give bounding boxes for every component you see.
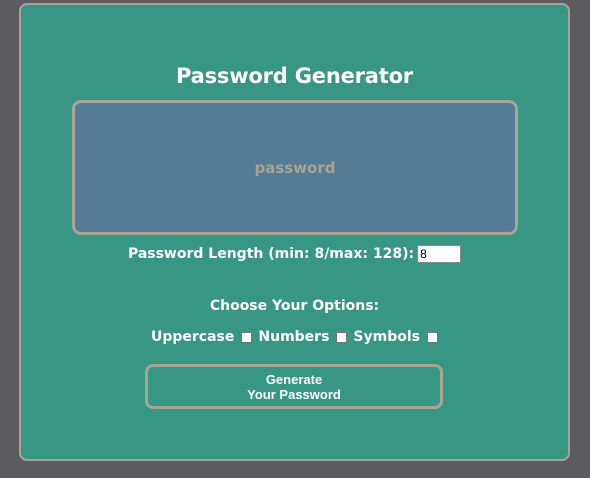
length-label: Password Length (min: 8/max: 128): <box>127 246 415 262</box>
length-row: Password Length (min: 8/max: 128): <box>21 245 568 263</box>
numbers-checkbox[interactable] <box>336 331 348 343</box>
uppercase-checkbox[interactable] <box>241 331 253 343</box>
option-uppercase-label: Uppercase <box>151 329 235 345</box>
options-row: Uppercase Numbers Symbols <box>21 329 568 345</box>
password-output[interactable]: password <box>72 100 518 235</box>
page-title: Password Generator <box>176 64 413 88</box>
option-numbers-label: Numbers <box>258 329 330 345</box>
generate-password-button[interactable]: Generate Your Password <box>145 364 443 409</box>
option-uppercase: Uppercase <box>151 329 253 345</box>
option-numbers: Numbers <box>258 329 348 345</box>
option-symbols-label: Symbols <box>353 329 420 345</box>
symbols-checkbox[interactable] <box>427 331 438 343</box>
options-title: Choose Your Options: <box>209 298 380 314</box>
option-symbols: Symbols <box>353 329 438 345</box>
length-input[interactable] <box>417 245 462 263</box>
password-placeholder: password <box>254 158 336 177</box>
generate-button-line1: Generate <box>265 371 323 387</box>
generator-card: Password Generator password Password Len… <box>19 3 570 461</box>
generate-button-line2: Your Password <box>247 386 341 402</box>
